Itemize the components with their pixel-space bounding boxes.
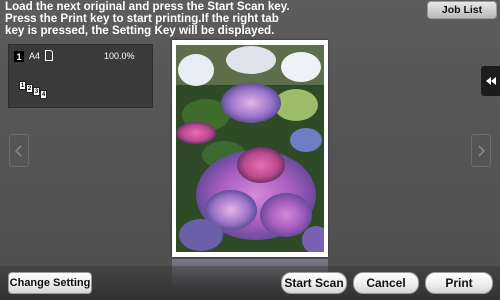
right-tab-button[interactable] — [481, 66, 500, 96]
next-page-button[interactable] — [471, 134, 491, 167]
zoom-label: 100.0% — [104, 51, 135, 61]
page-order-page: 1 — [19, 81, 26, 90]
chevron-left-icon — [15, 144, 22, 157]
page-order-page: 2 — [26, 84, 33, 93]
copies-badge: 1 — [14, 51, 24, 62]
page-order-page: 4 — [40, 90, 47, 99]
scan-settings-panel: 1 A4 100.0% 1 2 3 4 — [8, 44, 153, 108]
page-order-page: 3 — [33, 87, 40, 96]
double-chevron-left-icon — [485, 77, 496, 85]
previous-page-button[interactable] — [9, 134, 29, 167]
document-icon — [45, 50, 53, 61]
page-order-icon: 1 2 3 4 — [17, 81, 57, 99]
print-button[interactable]: Print — [425, 272, 493, 294]
chevron-right-icon — [478, 144, 485, 157]
cancel-button[interactable]: Cancel — [353, 272, 419, 294]
paper-size-label: A4 — [29, 51, 41, 61]
instruction-line: key is pressed, the Setting Key will be … — [5, 24, 275, 37]
instruction-message: Load the next original and press the Sta… — [5, 1, 420, 37]
change-setting-button[interactable]: Change Setting — [8, 272, 92, 294]
preview-image — [176, 45, 330, 254]
job-list-button[interactable]: Job List — [427, 1, 497, 19]
scan-preview — [172, 40, 330, 257]
start-scan-button[interactable]: Start Scan — [281, 272, 347, 294]
